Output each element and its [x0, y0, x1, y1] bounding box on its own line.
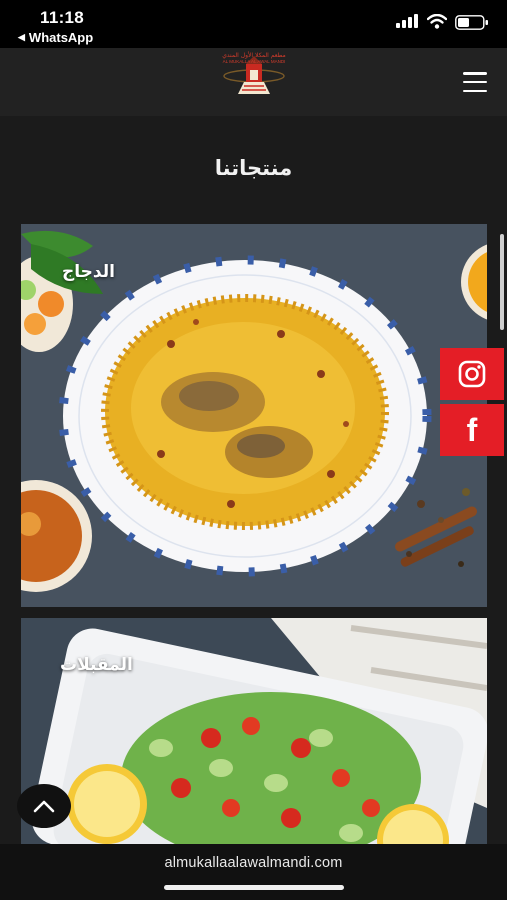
instagram-button[interactable]	[440, 348, 504, 400]
product-label-chicken: الدجاج	[62, 262, 115, 282]
status-time: 11:18	[40, 8, 85, 27]
product-card-appetizers[interactable]	[21, 618, 487, 844]
wifi-icon	[427, 14, 447, 29]
back-triangle-icon: ◀	[18, 32, 25, 42]
product-label-appetizers: المقبلات	[60, 655, 133, 675]
back-to-app-link[interactable]: ◀ WhatsApp	[18, 30, 93, 45]
instagram-icon	[458, 360, 486, 388]
chevron-up-icon	[33, 800, 55, 813]
browser-url-bar[interactable]: almukallaalawalmandi.com	[0, 844, 507, 900]
url-text[interactable]: almukallaalawalmandi.com	[0, 855, 507, 871]
logo-caption-arabic: مطعم المكلا الأول المندي	[222, 52, 286, 59]
logo-caption-english: AL MUKALLA AL AWAL MANDI	[222, 59, 286, 64]
facebook-button[interactable]: f	[440, 404, 504, 456]
facebook-icon: f	[466, 412, 478, 448]
home-indicator[interactable]	[164, 885, 344, 890]
back-to-top-button[interactable]	[17, 784, 71, 828]
appetizers-salad-photo	[21, 618, 487, 844]
page-scrollbar[interactable]	[500, 234, 504, 330]
hamburger-menu-icon[interactable]	[463, 72, 487, 92]
status-bar: 11:18 ◀ WhatsApp	[0, 0, 507, 48]
signal-icon	[396, 14, 418, 28]
back-app-label: WhatsApp	[28, 30, 94, 45]
section-title: منتجاتنا	[214, 156, 293, 180]
battery-icon	[455, 15, 488, 30]
